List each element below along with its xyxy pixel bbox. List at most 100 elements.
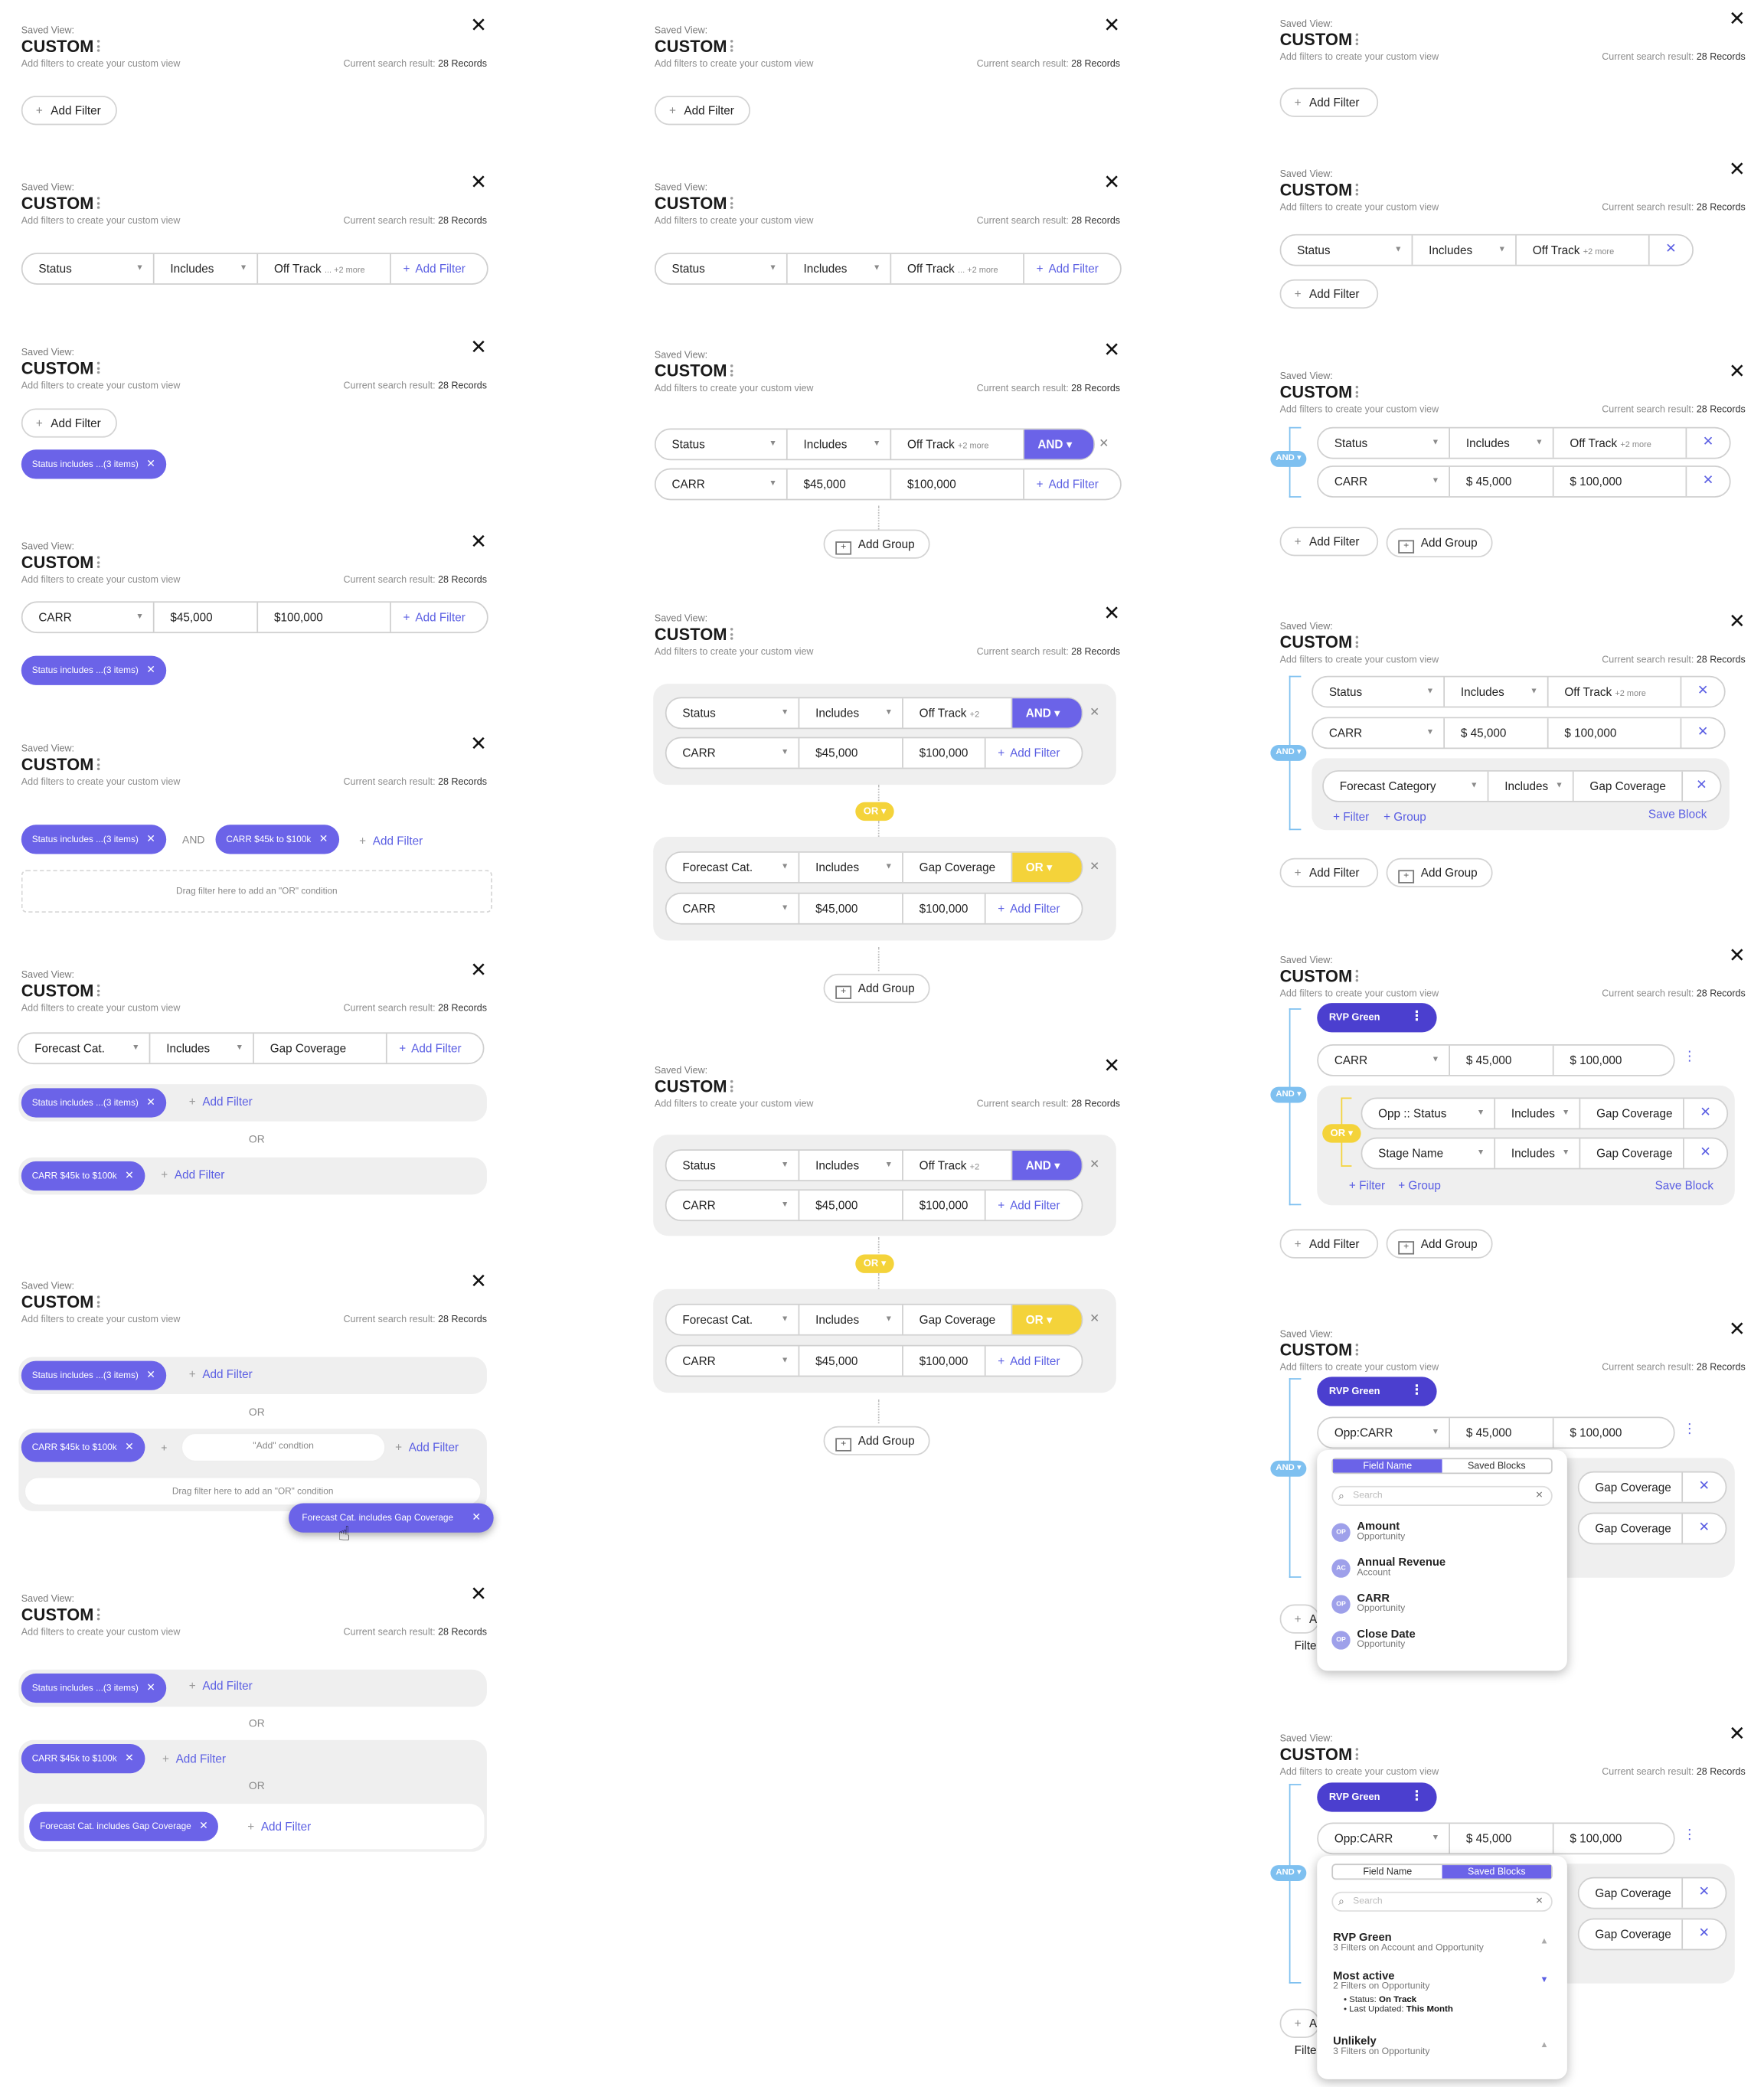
close-icon[interactable]: ✕: [1696, 778, 1707, 792]
max-value-field[interactable]: $100,000: [891, 469, 1024, 499]
close-icon[interactable]: ✕: [146, 664, 155, 676]
close-icon[interactable]: ✕: [1665, 242, 1677, 256]
field-select[interactable]: Status ▼: [1313, 677, 1446, 707]
add-filter-link[interactable]: + Add Filter: [189, 1095, 253, 1108]
kebab-icon[interactable]: [730, 1079, 734, 1093]
max-value-field[interactable]: $ 100,000: [1554, 466, 1687, 497]
value-select[interactable]: Off Track +2: [903, 698, 1013, 728]
remove-filter[interactable]: ✕: [1681, 677, 1724, 706]
max-value-field[interactable]: $100,000: [903, 893, 986, 923]
max-value-field[interactable]: $100,000: [258, 603, 391, 632]
operator-select[interactable]: Includes ▼: [1495, 1099, 1581, 1128]
add-filter-button[interactable]: +Add Filter: [1279, 1604, 1330, 1652]
value-select[interactable]: Off Track ... +2 more: [258, 253, 391, 284]
close-icon[interactable]: ✕: [470, 1584, 487, 1604]
field-select[interactable]: CARR ▼: [667, 1190, 800, 1220]
remove-filter[interactable]: ✕: [1683, 1514, 1726, 1543]
max-value-field[interactable]: $ 100,000: [1554, 1046, 1674, 1075]
add-filter-link[interactable]: + Filter: [1333, 810, 1369, 823]
close-icon[interactable]: ✕: [125, 1441, 134, 1453]
close-icon[interactable]: ✕: [1535, 1488, 1543, 1505]
min-value-field[interactable]: $45,000: [799, 1346, 903, 1376]
field-select[interactable]: Status ▼: [23, 253, 155, 284]
close-icon[interactable]: ✕: [1699, 1479, 1710, 1494]
field-select[interactable]: CARR ▼: [656, 469, 788, 499]
max-value-field[interactable]: $100,000: [903, 738, 986, 768]
add-filter-button[interactable]: +Add Filter: [654, 96, 751, 126]
operator-select[interactable]: Includes ▼: [799, 852, 903, 883]
add-group-button[interactable]: + Add Group: [1386, 527, 1493, 558]
dragging-filter-pill[interactable]: Forecast Cat. includes Gap Coverage ✕: [289, 1503, 495, 1533]
or-operator[interactable]: OR ▾: [1012, 852, 1082, 883]
field-select[interactable]: CARR ▼: [667, 738, 800, 768]
and-operator-badge[interactable]: AND ▾: [1270, 451, 1307, 467]
operator-select[interactable]: Includes ▼: [799, 698, 903, 728]
search-input[interactable]: ⌕ Search ✕: [1331, 1485, 1553, 1506]
and-operator[interactable]: AND ▾: [1012, 1151, 1082, 1181]
close-icon[interactable]: ✕: [470, 734, 487, 754]
add-group-button[interactable]: + Add Group: [1386, 1229, 1493, 1259]
close-icon[interactable]: ✕: [1729, 362, 1746, 382]
close-icon[interactable]: ✕: [146, 458, 155, 470]
kebab-icon[interactable]: [1355, 1746, 1360, 1761]
and-operator-badge[interactable]: AND ▾: [1270, 1086, 1307, 1103]
close-icon[interactable]: ✕: [1729, 1320, 1746, 1340]
field-select[interactable]: CARR ▼: [1313, 718, 1446, 748]
field-select[interactable]: CARR ▼: [667, 1346, 800, 1376]
field-select[interactable]: Forecast Cat. ▼: [18, 1034, 151, 1063]
kebab-icon[interactable]: [96, 361, 101, 375]
kebab-icon[interactable]: [96, 195, 101, 210]
kebab-icon[interactable]: [96, 757, 101, 772]
close-icon[interactable]: ✕: [1729, 1724, 1746, 1744]
close-icon[interactable]: ✕: [1699, 1520, 1710, 1535]
field-select[interactable]: CARR ▼: [1318, 1045, 1450, 1075]
close-icon[interactable]: ✕: [1703, 474, 1714, 488]
remove-filter[interactable]: ✕: [1683, 1878, 1726, 1907]
add-filter-cell[interactable]: + Add Filter: [986, 1346, 1082, 1375]
close-icon[interactable]: ✕: [1703, 435, 1714, 449]
value-select[interactable]: Gap Coverage: [903, 852, 1013, 883]
close-icon[interactable]: ✕: [470, 532, 487, 552]
filter-pill[interactable]: Status includes ...(3 items) ✕: [21, 1673, 166, 1703]
kebab-icon[interactable]: [1355, 384, 1360, 399]
add-filter-cell[interactable]: + Add Filter: [391, 254, 487, 283]
tab-field-name[interactable]: Field Name: [1333, 1865, 1442, 1878]
close-icon[interactable]: ✕: [1697, 684, 1709, 698]
remove-filter[interactable]: ✕: [1683, 772, 1720, 801]
operator-select[interactable]: Includes ▼: [1450, 428, 1554, 458]
add-filter-cell[interactable]: + Add Filter: [1024, 254, 1120, 283]
close-icon[interactable]: ✕: [146, 1096, 155, 1109]
kebab-icon[interactable]: [96, 1607, 101, 1622]
and-operator[interactable]: AND ▾: [1024, 429, 1094, 459]
search-input[interactable]: ⌕ Search ✕: [1331, 1891, 1553, 1912]
value-select[interactable]: Gap Coverage: [1579, 1878, 1684, 1908]
close-icon[interactable]: ✕: [125, 1752, 134, 1764]
close-icon[interactable]: ✕: [125, 1169, 134, 1181]
filter-pill[interactable]: Status includes ...(3 items) ✕: [21, 825, 166, 854]
add-condition-drop[interactable]: "Add" condtion: [181, 1432, 386, 1462]
or-operator-badge[interactable]: OR ▾: [1322, 1124, 1361, 1143]
value-select[interactable]: Gap Coverage: [1574, 771, 1684, 802]
and-operator-badge[interactable]: AND ▾: [1270, 745, 1307, 761]
remove-filter[interactable]: ✕: [1681, 718, 1724, 747]
field-select[interactable]: CARR ▼: [667, 893, 800, 923]
filter-pill[interactable]: CARR $45k to $100k ✕: [21, 1161, 145, 1191]
filter-pill[interactable]: Status includes ...(3 items) ✕: [21, 449, 166, 479]
close-icon[interactable]: ✕: [1729, 9, 1746, 29]
filter-pill[interactable]: CARR $45k to $100k ✕: [215, 825, 339, 854]
close-icon[interactable]: ✕: [472, 1511, 481, 1524]
field-select[interactable]: Status ▼: [656, 429, 788, 459]
value-select[interactable]: Off Track ... +2 more: [891, 253, 1024, 284]
max-value-field[interactable]: $100,000: [903, 1346, 986, 1376]
add-filter-cell[interactable]: + Add Filter: [986, 738, 1082, 767]
saved-block-rvp-green[interactable]: RVP Green ⋮: [1317, 1003, 1437, 1033]
add-filter-cell[interactable]: + Add Filter: [986, 894, 1082, 923]
min-value-field[interactable]: $ 45,000: [1445, 718, 1549, 748]
add-filter-link[interactable]: + Add Filter: [395, 1441, 459, 1454]
value-select[interactable]: Gap Coverage: [1579, 1919, 1684, 1949]
value-select[interactable]: Off Track +2 more: [1517, 235, 1650, 265]
kebab-icon[interactable]: ⋮: [1683, 1050, 1696, 1064]
remove-filter[interactable]: ✕: [1684, 1099, 1727, 1128]
close-icon[interactable]: ✕: [146, 833, 155, 845]
max-value-field[interactable]: $100,000: [903, 1190, 986, 1220]
